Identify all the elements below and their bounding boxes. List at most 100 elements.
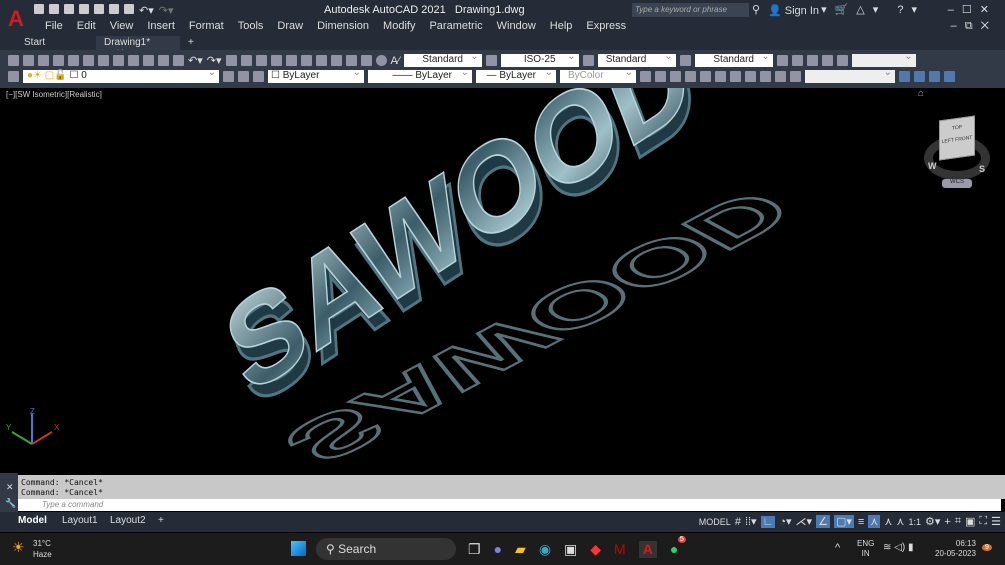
plus-icon[interactable]: + bbox=[944, 516, 950, 528]
tab-model[interactable]: Model bbox=[18, 515, 47, 526]
dim-style-dropdown[interactable]: ISO-25 bbox=[500, 51, 579, 67]
mleader-style-icon[interactable] bbox=[679, 55, 691, 66]
calculator-icon[interactable] bbox=[360, 55, 372, 66]
snap-icon[interactable]: ⁞⁞▾ bbox=[745, 515, 757, 528]
redo-icon[interactable]: ↷▾ bbox=[159, 4, 174, 17]
store-icon[interactable]: ▣ bbox=[564, 541, 577, 558]
gear-icon[interactable]: ⚙▾ bbox=[925, 515, 940, 528]
cut-icon[interactable] bbox=[113, 55, 124, 66]
close-command-icon[interactable]: ✕ bbox=[6, 482, 14, 493]
anydesk-icon[interactable]: ◆ bbox=[590, 541, 601, 558]
linetype-dropdown[interactable]: —— ByLayer bbox=[368, 67, 472, 83]
sign-in-button[interactable]: 👤 Sign In bbox=[768, 4, 819, 17]
match-properties-icon[interactable] bbox=[173, 55, 184, 66]
save-as-icon[interactable] bbox=[79, 4, 89, 14]
layer-properties-icon[interactable] bbox=[8, 71, 19, 82]
tab-drawing1[interactable]: Drawing1* ✕ bbox=[96, 36, 180, 59]
add-layout-icon[interactable]: + bbox=[158, 515, 164, 526]
help-icon[interactable] bbox=[375, 55, 387, 66]
copy-icon[interactable] bbox=[128, 55, 139, 66]
viewport-scale-dropdown[interactable] bbox=[851, 51, 916, 67]
clip-icon[interactable] bbox=[806, 55, 818, 66]
properties-icon[interactable] bbox=[285, 55, 297, 66]
zoom-realtime-icon[interactable] bbox=[240, 55, 252, 66]
search-input[interactable]: Type a keyword or phrase bbox=[632, 3, 749, 17]
tab-layout2[interactable]: Layout2 bbox=[110, 515, 146, 526]
taskbar-search[interactable]: ⚲ Search bbox=[316, 538, 456, 560]
menu-format[interactable]: Format bbox=[182, 20, 231, 32]
auto-scale-icon[interactable]: ⋏ bbox=[884, 515, 892, 528]
hardware-accel-icon[interactable]: ▣ bbox=[965, 515, 975, 528]
menu-edit[interactable]: Edit bbox=[70, 20, 103, 32]
teams-icon[interactable]: ● bbox=[494, 541, 502, 558]
mleader-style-dropdown[interactable]: Standard bbox=[694, 51, 773, 67]
publish-icon[interactable] bbox=[94, 4, 104, 14]
sheet-set-icon[interactable] bbox=[330, 55, 342, 66]
annotation-scale-icon[interactable]: ⋏ bbox=[896, 515, 904, 528]
wcs-menu[interactable]: WCS bbox=[942, 179, 972, 188]
maximize-viewport-icon[interactable] bbox=[836, 55, 848, 66]
grid-icon[interactable]: # bbox=[735, 516, 741, 528]
plotstyle-dropdown[interactable]: ByColor bbox=[560, 67, 636, 83]
autocad-logo-icon[interactable]: A bbox=[8, 6, 24, 32]
new-tab-button[interactable]: + bbox=[180, 36, 202, 50]
object-snap-tracking-icon[interactable]: ∠ bbox=[816, 515, 830, 528]
cube-front-face[interactable]: FRONT bbox=[955, 135, 972, 143]
layer-tool-9-icon[interactable] bbox=[760, 71, 771, 82]
make-current-icon[interactable] bbox=[223, 71, 234, 82]
layer-dropdown[interactable]: ●☀ ▢🔓 ☐ 0 bbox=[23, 67, 219, 83]
viewport-icon[interactable] bbox=[791, 55, 803, 66]
menu-modify[interactable]: Modify bbox=[376, 20, 422, 32]
layer-tool-7-icon[interactable] bbox=[730, 71, 741, 82]
whatsapp-icon[interactable]: ● 5 bbox=[670, 536, 686, 558]
layer-tool-5-icon[interactable] bbox=[700, 71, 711, 82]
customize-icon[interactable]: 🔧 bbox=[5, 498, 16, 509]
edge-icon[interactable]: ◉ bbox=[539, 541, 551, 558]
viewport-tool-1-icon[interactable] bbox=[899, 71, 910, 82]
plot-icon[interactable] bbox=[53, 55, 64, 66]
language-indicator[interactable]: ENG IN bbox=[857, 539, 874, 559]
notification-badge[interactable]: 9 bbox=[982, 544, 992, 551]
text-style-icon[interactable]: A⁄ bbox=[391, 55, 400, 67]
undo-icon[interactable]: ↶▾ bbox=[139, 4, 154, 17]
lineweight-icon[interactable]: ≡ bbox=[858, 516, 864, 528]
command-input[interactable]: Type a command bbox=[18, 499, 1001, 511]
share-icon[interactable] bbox=[109, 4, 119, 14]
menu-tools[interactable]: Tools bbox=[231, 20, 271, 32]
autocad-taskbar-icon[interactable]: A bbox=[638, 541, 657, 558]
doc-window-controls[interactable]: –⧉✕ bbox=[951, 20, 997, 33]
tab-layout1[interactable]: Layout1 bbox=[62, 515, 98, 526]
wifi-volume-battery-icons[interactable]: ≋ ◁) ▮ bbox=[883, 542, 913, 553]
menu-file[interactable]: File bbox=[38, 20, 70, 32]
plot-icon[interactable] bbox=[124, 4, 134, 14]
table-style-dropdown[interactable]: Standard bbox=[597, 51, 676, 67]
layer-tool-11-icon[interactable] bbox=[790, 71, 801, 82]
model-space-button[interactable]: MODEL bbox=[699, 517, 731, 527]
text-style-dropdown[interactable]: Standard bbox=[403, 51, 482, 67]
layer-states-icon[interactable] bbox=[253, 71, 264, 82]
window-controls[interactable]: –☐✕ bbox=[948, 3, 997, 16]
cart-icon[interactable]: ▾🛒△▾ ?▾ bbox=[821, 3, 925, 16]
paste-block-icon[interactable] bbox=[158, 55, 169, 66]
color-dropdown[interactable]: ☐ ByLayer bbox=[268, 67, 364, 83]
annotation-visibility-icon[interactable]: ⋏ bbox=[868, 515, 881, 528]
menu-insert[interactable]: Insert bbox=[140, 20, 182, 32]
tool-palettes-icon[interactable] bbox=[315, 55, 327, 66]
menu-help[interactable]: Help bbox=[543, 20, 580, 32]
annotation-scale[interactable]: 1:1 bbox=[908, 517, 921, 527]
paste-icon[interactable] bbox=[143, 55, 154, 66]
menu-draw[interactable]: Draw bbox=[270, 20, 310, 32]
isolate-icon[interactable]: ⌗ bbox=[955, 515, 961, 528]
object-snap-icon[interactable]: ▢▾ bbox=[833, 515, 854, 528]
menu-parametric[interactable]: Parametric bbox=[422, 20, 489, 32]
isodraft-icon[interactable]: ⋌▾ bbox=[796, 515, 813, 528]
layer-tool-4-icon[interactable] bbox=[685, 71, 696, 82]
save-icon[interactable] bbox=[64, 4, 74, 14]
save-icon[interactable] bbox=[38, 55, 49, 66]
open-icon[interactable] bbox=[23, 55, 34, 66]
pan-icon[interactable] bbox=[225, 55, 237, 66]
table-style-icon[interactable] bbox=[582, 55, 594, 66]
customization-menu-icon[interactable]: ☰ bbox=[991, 515, 1001, 528]
workspace-icon[interactable] bbox=[776, 55, 788, 66]
menu-view[interactable]: View bbox=[103, 20, 141, 32]
